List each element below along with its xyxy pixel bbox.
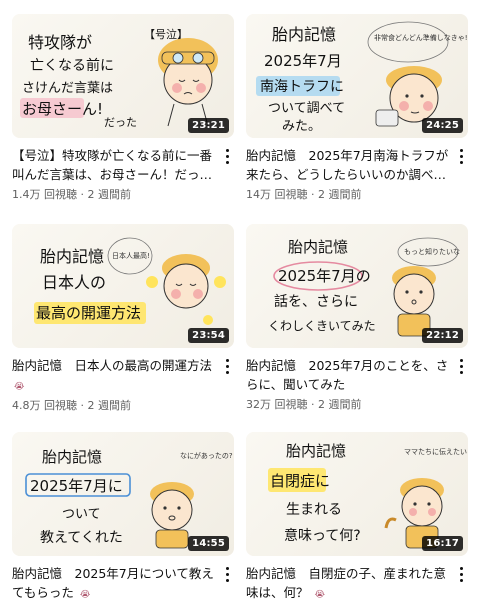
thumb-line-3: ついて bbox=[62, 507, 101, 522]
thumb-line-3: さけんだ言葉は bbox=[22, 81, 113, 96]
video-thumbnail[interactable]: 胎内記憶 日本人の 最高の開運方法 日本人最高! 23:54 bbox=[12, 224, 234, 348]
video-meta: 14万 回視聴 · 2 週間前 bbox=[246, 188, 362, 201]
crying-face-icon: 😭 bbox=[314, 590, 326, 600]
title-emoji-row: 😭 bbox=[12, 378, 234, 395]
video-meta: 1.4万 回視聴 · 2 週間前 bbox=[12, 188, 132, 201]
thumb-line-2: 自閉症に bbox=[270, 472, 330, 490]
video-meta: 4.8万 回視聴 · 2 週間前 bbox=[12, 399, 132, 412]
video-title[interactable]: 【号泣】特攻隊が亡くなる前に一番叫んだ言葉は、お母さーん！だっ… bbox=[12, 146, 216, 184]
more-vert-icon[interactable] bbox=[454, 565, 468, 583]
thumb-line-4: ついて調べて bbox=[268, 101, 345, 116]
thumb-bubble: 日本人最高! bbox=[112, 251, 150, 260]
video-title[interactable]: 胎内記憶 2025年7月南海トラフが来たら、どうしたらいいのか調べ… bbox=[246, 146, 450, 184]
thumb-bubble: もっと知りたいな bbox=[404, 247, 460, 256]
video-thumbnail[interactable]: 胎内記憶 2025年7月の 話を、さらに くわしくきいてみた もっと知りたいな … bbox=[246, 224, 468, 348]
video-thumbnail[interactable]: 胎内記憶 2025年7月 南海トラフに ついて調べて みた。 非常食どんどん準備… bbox=[246, 14, 468, 138]
thumb-line-1: 胎内記憶 bbox=[272, 25, 336, 44]
video-card[interactable]: 胎内記憶 2025年7月 南海トラフに ついて調べて みた。 非常食どんどん準備… bbox=[246, 14, 468, 203]
upload-age: 2 週間前 bbox=[318, 188, 362, 201]
thumb-line-5: だった bbox=[104, 116, 137, 129]
more-vert-icon[interactable] bbox=[454, 357, 468, 375]
thumb-line-1: 胎内記憶 bbox=[286, 442, 346, 460]
duration-badge: 23:54 bbox=[188, 328, 229, 343]
duration-badge: 24:25 bbox=[422, 118, 463, 133]
thumb-line-1: 胎内記憶 bbox=[288, 238, 348, 256]
video-title-text: 胎内記憶 自閉症の子、産まれた意味は、何？ bbox=[246, 566, 447, 600]
thumb-bubble: ママたちに伝えたい! bbox=[404, 447, 468, 456]
crying-face-icon: 😭 bbox=[14, 382, 25, 392]
thumb-line-2: 2025年7月に bbox=[30, 477, 123, 495]
duration-badge: 14:55 bbox=[188, 536, 229, 551]
video-card[interactable]: 胎内記憶 2025年7月に ついて 教えてくれた なにがあったの? 14:55 … bbox=[12, 432, 234, 602]
video-thumbnail[interactable]: 胎内記憶 2025年7月に ついて 教えてくれた なにがあったの? 14:55 bbox=[12, 432, 234, 556]
more-vert-icon[interactable] bbox=[220, 565, 234, 583]
thumb-line-4: くわしくきいてみた bbox=[268, 319, 376, 333]
thumb-line-2: 日本人の bbox=[42, 273, 106, 292]
video-thumbnail[interactable]: 胎内記憶 自閉症に 生まれる 意味って何? ママたちに伝えたい! 16:17 bbox=[246, 432, 468, 556]
view-count: 4.8万 回視聴 bbox=[12, 399, 77, 412]
thumb-line-3: 最高の開運方法 bbox=[36, 304, 141, 322]
more-vert-icon[interactable] bbox=[220, 147, 234, 165]
video-title[interactable]: 胎内記憶 2025年7月のことを、さらに、聞いてみた bbox=[246, 356, 450, 394]
thumb-line-2: 2025年7月 bbox=[264, 52, 342, 70]
view-count: 14万 回視聴 bbox=[246, 188, 308, 201]
thumb-line-3: 生まれる bbox=[286, 502, 342, 518]
video-card[interactable]: 胎内記憶 2025年7月の 話を、さらに くわしくきいてみた もっと知りたいな … bbox=[246, 224, 468, 413]
thumb-bubble: なにがあったの? bbox=[180, 451, 233, 460]
video-grid: 特攻隊が 亡くなる前に さけんだ言葉は お母さーん! だった 【号泣】 23:2… bbox=[0, 0, 480, 600]
upload-age: 2 週間前 bbox=[87, 399, 132, 412]
video-title[interactable]: 胎内記憶 2025年7月について教えてもらった 😭 bbox=[12, 564, 216, 602]
thumb-line-2: 2025年7月の bbox=[278, 267, 371, 285]
video-title-text: 胎内記憶 日本人の最高の開運方法 bbox=[12, 358, 213, 373]
duration-badge: 22:12 bbox=[422, 328, 463, 343]
duration-badge: 16:17 bbox=[422, 536, 463, 551]
thumb-line-1: 胎内記憶 bbox=[42, 448, 102, 466]
video-title[interactable]: 胎内記憶 日本人の最高の開運方法 bbox=[12, 356, 216, 375]
view-count: 32万 回視聴 bbox=[246, 398, 308, 411]
thumb-line-3: 話を、さらに bbox=[274, 293, 358, 310]
more-vert-icon[interactable] bbox=[220, 357, 234, 375]
more-vert-icon[interactable] bbox=[454, 147, 468, 165]
thumb-line-3: 南海トラフに bbox=[260, 79, 344, 95]
video-meta: 32万 回視聴 · 2 週間前 bbox=[246, 398, 362, 411]
video-card[interactable]: 胎内記憶 日本人の 最高の開運方法 日本人最高! 23:54 胎内記憶 日本人の… bbox=[12, 224, 234, 414]
thumb-line-1: 特攻隊が bbox=[28, 33, 92, 52]
duration-badge: 23:21 bbox=[188, 118, 229, 133]
video-title[interactable]: 胎内記憶 自閉症の子、産まれた意味は、何？ 😭 bbox=[246, 564, 450, 602]
video-title-text: 胎内記憶 2025年7月について教えてもらった bbox=[12, 566, 214, 600]
video-card[interactable]: 胎内記憶 自閉症に 生まれる 意味って何? ママたちに伝えたい! 16:17 胎… bbox=[246, 432, 468, 602]
video-card[interactable]: 特攻隊が 亡くなる前に さけんだ言葉は お母さーん! だった 【号泣】 23:2… bbox=[12, 14, 234, 203]
thumb-line-5: みた。 bbox=[282, 119, 321, 134]
view-count: 1.4万 回視聴 bbox=[12, 188, 77, 201]
upload-age: 2 週間前 bbox=[87, 188, 132, 201]
thumb-line-1: 胎内記憶 bbox=[40, 247, 104, 266]
thumb-line-4: 教えてくれた bbox=[40, 530, 123, 546]
video-thumbnail[interactable]: 特攻隊が 亡くなる前に さけんだ言葉は お母さーん! だった 【号泣】 23:2… bbox=[12, 14, 234, 138]
thumb-line-2: 亡くなる前に bbox=[30, 57, 114, 74]
crying-face-icon: 😭 bbox=[79, 590, 91, 600]
thumb-line-4: お母さーん! bbox=[22, 100, 103, 118]
upload-age: 2 週間前 bbox=[318, 398, 362, 411]
thumb-bubble: 非常食どんどん準備しなきゃ! bbox=[374, 33, 468, 42]
thumb-line-4: 意味って何? bbox=[284, 527, 361, 544]
